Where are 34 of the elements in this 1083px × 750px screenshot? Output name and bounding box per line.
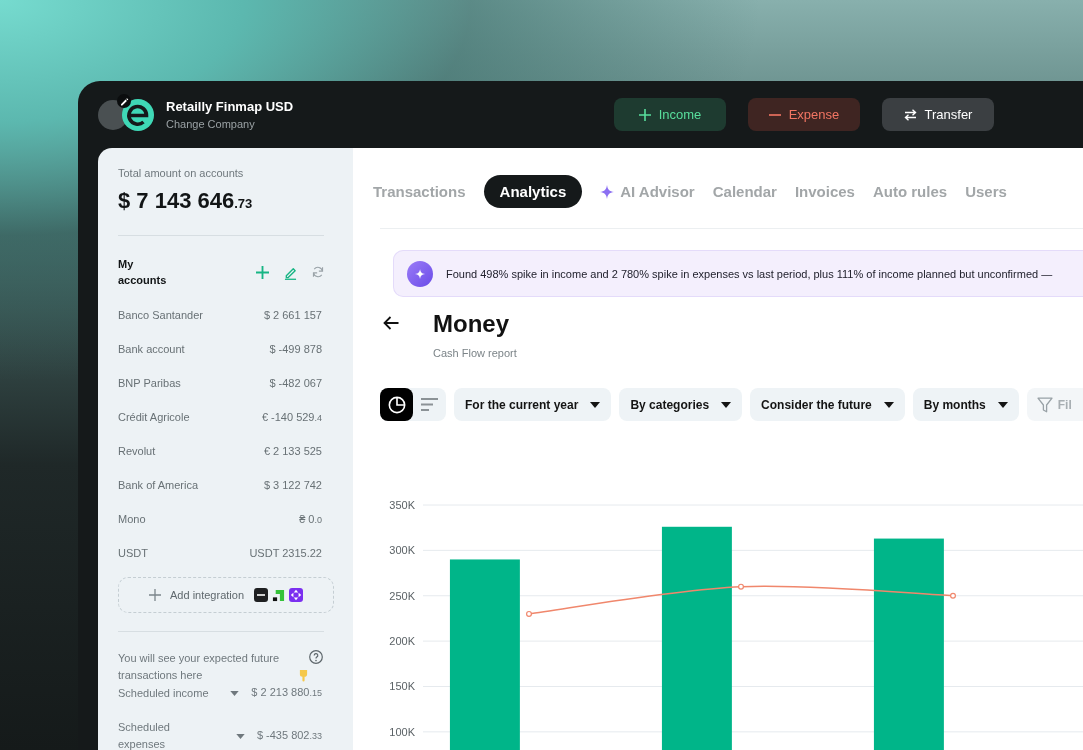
- account-name: Banco Santander: [118, 309, 203, 321]
- account-balance: $ -482 067: [269, 377, 322, 389]
- section-title: My accounts: [118, 257, 168, 288]
- account-name: Crédit Agricole: [118, 411, 190, 423]
- total-label: Total amount on accounts: [118, 166, 245, 180]
- account-name: Bank of America: [118, 479, 199, 491]
- account-balance: $ 3 122 742: [263, 479, 322, 491]
- account-name: Mono: [118, 513, 146, 525]
- y-axis-label: 350K: [389, 499, 415, 511]
- insight-text: Found 498% spike in income and 2 780% spike in expenses vs last period, plus 111% of income planned but unconfirmed —: [446, 267, 1053, 280]
- account-balance: $ 2 661 157: [263, 309, 322, 321]
- y-axis-label: 100K: [389, 725, 415, 738]
- y-axis-label: 300K: [389, 544, 415, 557]
- account-balance: € -140 529.4: [261, 411, 322, 423]
- y-axis-label: 200K: [389, 635, 415, 648]
- account-name: BNP Paribas: [118, 377, 181, 389]
- total-amount: $ 7 143 646.73: [118, 187, 254, 215]
- account-balance: ₴ 0.0: [299, 513, 322, 525]
- account-name: Revolut: [118, 445, 156, 457]
- account-balance: $ -499 878: [269, 343, 322, 355]
- account-balance: USDT 2315.22: [249, 547, 322, 559]
- scheduled-label: Scheduled income: [118, 685, 210, 701]
- scheduled-amount: $ -435 802.33: [256, 728, 322, 743]
- y-axis-label: 250K: [389, 589, 415, 602]
- y-axis-label: 150K: [389, 680, 415, 693]
- hint-text: You will see your expected future transactions here: [118, 651, 281, 683]
- account-name: Bank account: [118, 343, 185, 355]
- scheduled-label: Scheduled expenses: [118, 720, 171, 750]
- scheduled-amount: $ 2 213 880.15: [251, 685, 322, 700]
- account-balance: € 2 133 525: [263, 445, 322, 457]
- report-title: Money: [433, 309, 510, 339]
- account-name: USDT: [118, 547, 148, 559]
- company-name: Retailly Finmap USD: [166, 98, 294, 115]
- report-subtitle: Cash Flow report: [433, 346, 517, 360]
